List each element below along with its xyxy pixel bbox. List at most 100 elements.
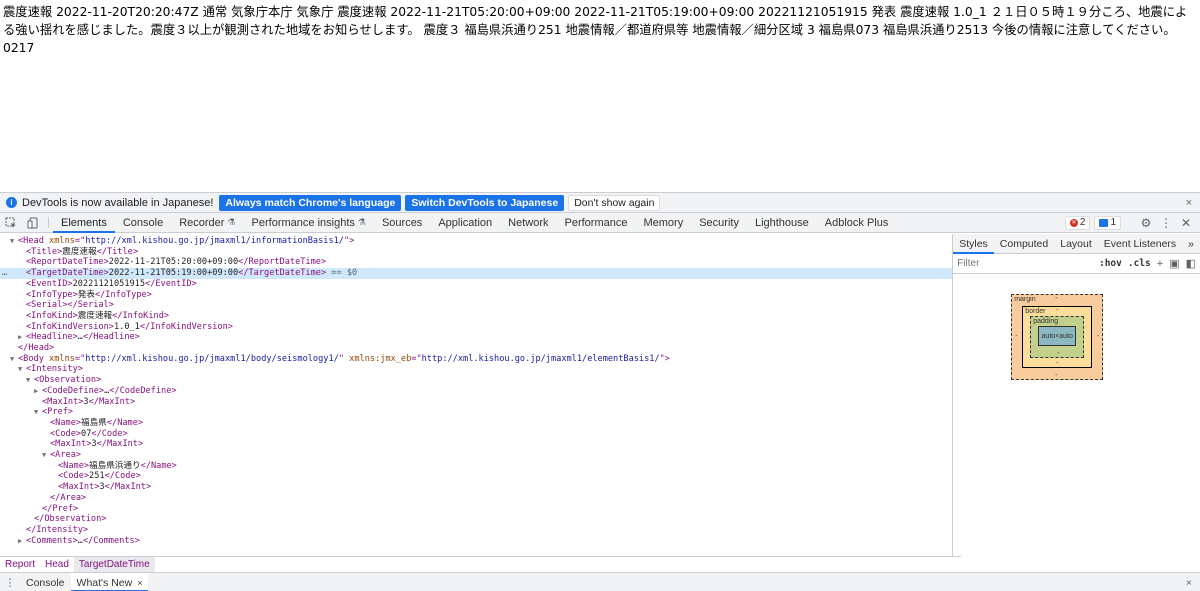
dom-tree-node[interactable]: </Head> — [0, 343, 952, 354]
dom-tree-node[interactable]: <Code>251</Code> — [0, 471, 952, 482]
border-top-value[interactable]: - — [1056, 307, 1058, 314]
dom-tree-node[interactable]: <Code>07</Code> — [0, 429, 952, 440]
more-tabs-chevron-icon[interactable]: » — [1182, 234, 1200, 253]
elements-tree[interactable]: ▼ <Head xmlns="http://xml.kishou.go.jp/jm… — [0, 234, 954, 556]
close-drawer-icon[interactable]: × — [1186, 573, 1192, 591]
margin-top-value[interactable]: - — [1055, 295, 1057, 302]
breadcrumb-targetdatetime[interactable]: TargetDateTime — [73, 557, 155, 572]
breadcrumb-head[interactable]: Head — [40, 557, 74, 572]
error-count-button[interactable]: ✕ 2 — [1064, 215, 1091, 230]
tab-lighthouse[interactable]: Lighthouse — [747, 213, 817, 232]
tab-sources[interactable]: Sources — [374, 213, 430, 232]
message-count-button[interactable]: 1 — [1094, 215, 1121, 230]
expand-toggle-icon[interactable]: ▶ — [18, 332, 26, 343]
node-tag: </CodeDefine> — [109, 385, 177, 396]
tabbar-right-controls: ✕ 2 1 ⚙ ⋮ ✕ — [1064, 213, 1200, 232]
infobar-close-icon[interactable]: × — [1186, 197, 1192, 209]
more-options-icon[interactable]: ⋮ — [1158, 216, 1174, 230]
dont-show-again-button[interactable]: Don't show again — [568, 194, 661, 211]
dom-tree-node[interactable]: ▶ <Headline>…</Headline> — [0, 332, 952, 343]
dom-tree-node[interactable]: ▼ <Head xmlns="http://xml.kishou.go.jp/jm… — [0, 236, 952, 247]
expand-toggle-icon[interactable]: ▶ — [34, 386, 42, 397]
dom-tree-node[interactable]: ▶ <Comments>…</Comments> — [0, 536, 952, 547]
dom-tree-node[interactable]: ▶ <CodeDefine>…</CodeDefine> — [0, 386, 952, 397]
dom-tree-node[interactable]: <ReportDateTime>2022-11-21T05:20:00+09:0… — [0, 257, 952, 268]
inspect-element-icon[interactable] — [0, 213, 22, 232]
dom-tree-node[interactable]: ▼ <Pref> — [0, 407, 952, 418]
dom-tree-node[interactable]: <InfoKind>震度速報</InfoKind> — [0, 311, 952, 322]
close-tab-icon[interactable]: × — [137, 578, 142, 588]
settings-gear-icon[interactable]: ⚙ — [1138, 216, 1154, 230]
device-toolbar-icon[interactable] — [22, 213, 44, 232]
tab-memory[interactable]: Memory — [635, 213, 691, 232]
dom-tree-node[interactable]: ▼ <Body xmlns="http://xml.kishou.go.jp/jm… — [0, 354, 952, 365]
border-bottom-value[interactable]: - — [1056, 360, 1058, 367]
hover-state-button[interactable]: :hov — [1099, 258, 1122, 269]
dom-tree-node[interactable]: … <TargetDateTime>2022-11-21T05:19:00+09:… — [0, 268, 953, 280]
expand-toggle-icon[interactable]: ▼ — [10, 236, 18, 247]
box-model-content[interactable]: auto×auto — [1038, 326, 1077, 346]
node-tag: <InfoKindVersion> — [26, 321, 114, 332]
expand-toggle-icon[interactable]: ▼ — [26, 375, 34, 386]
dom-tree-node[interactable]: </Area> — [0, 493, 952, 504]
node-actions-icon[interactable]: … — [2, 268, 7, 279]
dom-tree-node[interactable]: <MaxInt>3</MaxInt> — [0, 439, 952, 450]
padding-bottom-value[interactable]: - — [1057, 350, 1059, 357]
dom-tree-node[interactable]: </Observation> — [0, 514, 952, 525]
dom-tree-node[interactable]: <InfoKindVersion>1.0_1</InfoKindVersion> — [0, 322, 952, 333]
dom-tree-node[interactable]: <Name>福島県浜通り</Name> — [0, 461, 952, 472]
expand-toggle-icon[interactable]: ▼ — [18, 364, 26, 375]
sidebar-tab-computed[interactable]: Computed — [994, 234, 1054, 253]
dom-tree-node[interactable]: ▼ <Area> — [0, 450, 952, 461]
dom-tree-node[interactable]: <EventID>20221121051915</EventID> — [0, 279, 952, 290]
expand-toggle-icon[interactable]: ▼ — [42, 450, 50, 461]
box-model-margin[interactable]: margin - - - - border - - padding - auto… — [1011, 294, 1104, 380]
tab-console[interactable]: Console — [115, 213, 171, 232]
sidebar-tab-event-listeners[interactable]: Event Listeners — [1098, 234, 1182, 253]
margin-left-value[interactable]: - — [1015, 333, 1017, 340]
dom-tree-node[interactable]: ▼ <Observation> — [0, 375, 952, 386]
close-devtools-icon[interactable]: ✕ — [1178, 216, 1194, 230]
tab-recorder[interactable]: Recorder ⚗ — [171, 213, 243, 232]
tab-performance[interactable]: Performance — [556, 213, 635, 232]
expand-toggle-icon[interactable]: ▼ — [10, 354, 18, 365]
node-attr: xmlns — [49, 353, 75, 364]
toggle-sidebar-icon[interactable]: ◧ — [1186, 257, 1196, 270]
dom-tree-node[interactable]: </Pref> — [0, 504, 952, 515]
computed-styles-toggle-icon[interactable]: ▣ — [1169, 257, 1179, 270]
tab-security[interactable]: Security — [691, 213, 747, 232]
node-tag: <InfoType> — [26, 289, 78, 300]
dom-tree-node[interactable]: <Name>福島県</Name> — [0, 418, 952, 429]
expand-toggle-icon[interactable]: ▼ — [34, 407, 42, 418]
tab-performance-insights[interactable]: Performance insights ⚗ — [244, 213, 374, 232]
sidebar-tab-layout[interactable]: Layout — [1054, 234, 1098, 253]
dom-tree-node[interactable]: <Title>震度速報</Title> — [0, 247, 952, 258]
dom-tree-node[interactable]: <InfoType>発表</InfoType> — [0, 290, 952, 301]
dom-tree-node[interactable]: ▼ <Intensity> — [0, 364, 952, 375]
breadcrumb-report[interactable]: Report — [0, 557, 40, 572]
box-model-padding[interactable]: padding - auto×auto — [1030, 316, 1085, 358]
dom-tree-node[interactable]: </Intensity> — [0, 525, 952, 536]
styles-filter-input[interactable] — [957, 258, 1093, 269]
tab-application[interactable]: Application — [430, 213, 500, 232]
class-toggle-button[interactable]: .cls — [1128, 258, 1151, 269]
box-model-border[interactable]: border - - padding - auto×auto — [1022, 306, 1093, 368]
expand-toggle-icon[interactable]: ▶ — [18, 536, 26, 547]
drawer-tab-whats-new[interactable]: What's New × — [70, 573, 149, 591]
sidebar-tab-styles[interactable]: Styles — [953, 234, 994, 254]
always-match-language-button[interactable]: Always match Chrome's language — [219, 194, 402, 211]
drawer-tab-console[interactable]: Console — [20, 573, 71, 591]
margin-bottom-value[interactable]: - — [1055, 372, 1057, 379]
dom-tree-node[interactable]: <MaxInt>3</MaxInt> — [0, 397, 952, 408]
dom-tree-node[interactable]: <Serial></Serial> — [0, 300, 952, 311]
tab-network[interactable]: Network — [500, 213, 556, 232]
dom-tree-node[interactable]: <MaxInt>3</MaxInt> — [0, 482, 952, 493]
margin-right-value[interactable]: - — [1097, 333, 1099, 340]
drawer-tab-whats-new-label: What's New — [76, 576, 133, 589]
node-tag: </ReportDateTime> — [238, 257, 327, 268]
tab-elements[interactable]: Elements — [53, 213, 115, 233]
new-style-rule-icon[interactable]: + — [1157, 258, 1163, 270]
drawer-menu-icon[interactable]: ⋮ — [0, 573, 20, 591]
switch-to-japanese-button[interactable]: Switch DevTools to Japanese — [405, 194, 565, 211]
tab-adblock-plus[interactable]: Adblock Plus — [817, 213, 897, 232]
